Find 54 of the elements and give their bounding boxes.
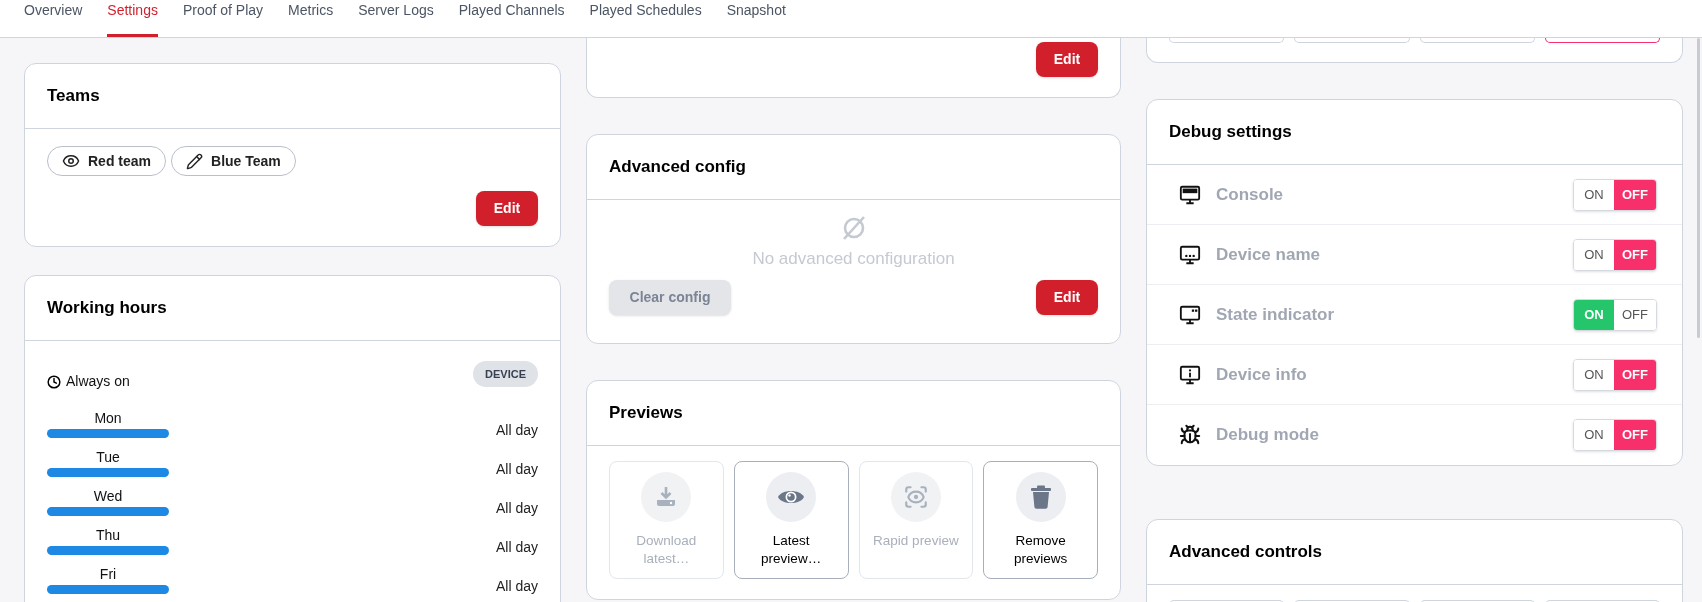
pencil-icon (186, 152, 204, 170)
nav-tab[interactable]: Metrics (288, 0, 334, 37)
day-label: Mon (94, 410, 122, 426)
edit-button[interactable]: Edit (476, 191, 538, 226)
scrollbar[interactable] (1697, 38, 1700, 338)
empty-set-icon (840, 215, 867, 241)
nav-tab[interactable]: Proof of Play (182, 0, 264, 37)
schedule-mode: Always on (66, 372, 130, 391)
card-title: Debug settings (1169, 121, 1292, 144)
card-title: Teams (47, 85, 100, 108)
hours-text: All day (495, 461, 538, 477)
day-label: Fri (99, 566, 117, 582)
setting-label: Console (1216, 183, 1285, 206)
on-off-toggle[interactable]: ON OFF (1573, 178, 1657, 211)
nav-tab[interactable]: Settings (107, 0, 158, 37)
card-title: Advanced config (609, 156, 746, 179)
setting-label: Device info (1216, 363, 1308, 386)
monitor-icon (1179, 303, 1201, 326)
scan-eye-icon (902, 484, 929, 510)
card-title: Previews (609, 402, 683, 425)
preview-action[interactable]: Remove previews (983, 461, 1098, 579)
nav-tab[interactable]: Snapshot (726, 0, 786, 37)
preview-action[interactable]: Latest preview… (733, 461, 849, 579)
day-label: Thu (95, 527, 121, 543)
card-title: Advanced controls (1169, 541, 1323, 564)
monitor-icon (1179, 183, 1201, 206)
on-off-toggle[interactable]: ON OFF (1573, 419, 1657, 451)
on-off-toggle[interactable]: ON OFF (1573, 298, 1657, 331)
hours-text: All day (495, 422, 538, 438)
nav-tab[interactable]: Overview (24, 0, 83, 37)
setting-label: Debug mode (1216, 424, 1320, 447)
hours-text: All day (495, 500, 538, 516)
day-label: Tue (96, 449, 120, 465)
bug-icon (1179, 424, 1201, 446)
empty-message: No advanced configuration (751, 248, 956, 270)
monitor-icon (1179, 243, 1201, 266)
nav-tab[interactable]: Played Schedules (589, 0, 702, 37)
nav-tab[interactable]: Server Logs (358, 0, 434, 37)
hours-text: All day (495, 539, 538, 555)
setting-label: State indicator (1216, 303, 1336, 326)
setting-label: Device name (1216, 243, 1321, 266)
trash-icon (1029, 485, 1052, 509)
edit-button[interactable]: Edit (1036, 279, 1098, 315)
edit-button[interactable]: Edit (1036, 42, 1098, 77)
card-title: Working hours (47, 297, 167, 320)
day-label: Wed (93, 488, 123, 504)
on-off-toggle[interactable]: ON OFF (1573, 238, 1657, 271)
hours-text: All day (495, 578, 538, 594)
nav-tab[interactable]: Played Channels (458, 0, 565, 37)
clock-icon (47, 374, 61, 389)
on-off-toggle[interactable]: ON OFF (1573, 358, 1657, 391)
monitor-icon (1179, 363, 1201, 386)
device-badge: DEVICE (473, 361, 538, 387)
eye-icon (62, 152, 80, 170)
